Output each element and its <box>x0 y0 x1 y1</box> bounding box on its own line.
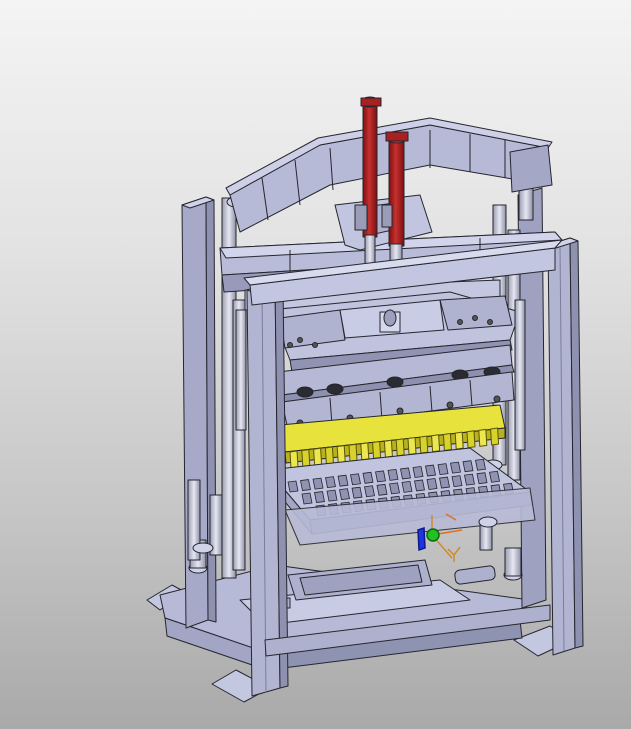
mold-grid-cell <box>401 480 413 493</box>
mold-cavity <box>301 449 311 468</box>
mold-cavity <box>478 428 488 447</box>
mold-grid-cell <box>314 491 325 503</box>
mold-cavity <box>336 445 346 464</box>
mold-grid-cell <box>389 482 400 495</box>
mold-cavity <box>442 432 452 451</box>
mold-grid-cell <box>301 492 313 505</box>
mold-grid-cell <box>476 472 488 485</box>
mold-grid-cell <box>450 461 461 474</box>
mold-grid-cell <box>400 467 411 480</box>
block-machine-model[interactable] <box>0 0 631 729</box>
mold-grid-cell <box>339 488 350 501</box>
mold-grid-cell <box>376 483 388 496</box>
mold-cavity <box>372 441 382 460</box>
mold-grid-cell <box>426 478 438 490</box>
mold-grid-cell <box>414 479 425 492</box>
mold-grid-cell <box>437 463 449 476</box>
mold-cavity <box>490 427 500 446</box>
mold-grid-cell <box>326 489 338 502</box>
mold-grid-cell <box>451 475 463 488</box>
mold-grid-cell <box>350 473 361 486</box>
mold-cavity <box>324 446 334 465</box>
mold-grid-cell <box>351 486 363 499</box>
mold-cavity <box>360 442 370 461</box>
mold-cavity <box>466 430 476 449</box>
mold-grid-cell <box>439 476 450 489</box>
mold-cavity <box>383 439 393 458</box>
cad-viewport[interactable] <box>0 0 631 729</box>
mold-cavity <box>313 447 323 466</box>
mold-grid-cell <box>489 470 500 483</box>
mold-grid-cell <box>325 476 336 489</box>
mold-cavity <box>348 443 358 462</box>
mold-grid-cell <box>412 466 424 478</box>
mold-grid-cell <box>387 468 399 481</box>
mold-cavity <box>419 435 429 454</box>
mold-grid-cell <box>464 473 475 486</box>
mold-grid-cell <box>287 480 299 493</box>
mold-grid-cell <box>425 464 436 477</box>
mold-cavity <box>407 437 417 455</box>
mold-grid-cell <box>337 474 349 487</box>
mold-grid-cell <box>300 479 311 491</box>
mold-grid-cell <box>475 458 486 471</box>
mold-grid-cell <box>312 477 324 490</box>
mold-cavity <box>454 431 464 450</box>
mold-grid-cell <box>362 471 374 484</box>
mold-grid-cell <box>364 485 375 498</box>
mold-grid-cell <box>462 460 474 473</box>
mold-cavity <box>395 438 405 457</box>
mold-grid-cell <box>375 470 386 483</box>
mold-cavity <box>431 434 441 453</box>
mold-cavity <box>289 450 299 469</box>
